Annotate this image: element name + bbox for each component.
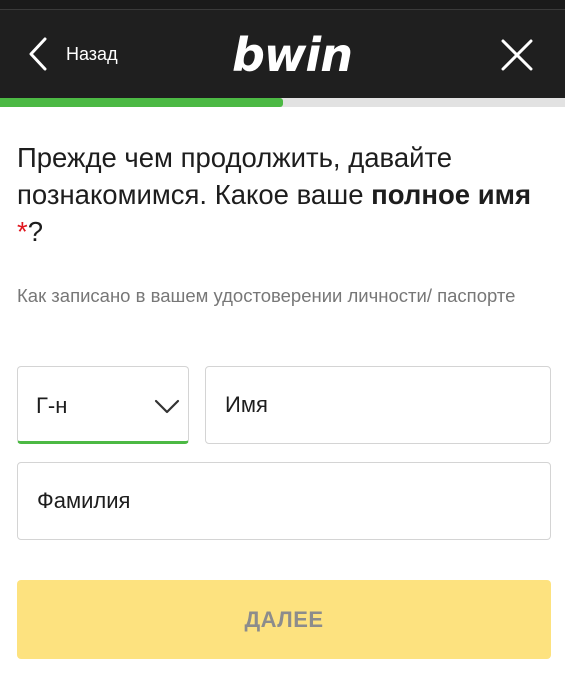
last-name-input[interactable] — [18, 463, 550, 539]
header-bar: Назад bwin — [0, 10, 565, 98]
close-icon — [500, 39, 534, 76]
question-heading: Прежде чем продолжить, давайте познакоми… — [17, 139, 547, 250]
question-end: ? — [27, 216, 43, 247]
progress-fill — [0, 98, 283, 107]
hint-text: Как записано в вашем удостоверении лично… — [17, 285, 516, 306]
question-bold-text: полное имя — [371, 179, 532, 210]
last-name-field[interactable] — [17, 462, 551, 540]
title-select[interactable]: Г-н — [17, 366, 189, 444]
chevron-down-icon — [154, 399, 180, 420]
back-label: Назад — [66, 43, 118, 64]
first-name-input[interactable] — [206, 367, 550, 443]
back-button[interactable]: Назад — [28, 34, 118, 74]
progress-bar — [0, 98, 565, 107]
bwin-logo: bwin — [232, 28, 353, 82]
first-name-field[interactable] — [205, 366, 551, 444]
close-button[interactable] — [500, 38, 534, 72]
status-strip — [0, 0, 565, 10]
next-button[interactable]: ДАЛЕЕ — [17, 580, 551, 659]
chevron-left-icon — [28, 37, 48, 71]
title-select-value: Г-н — [36, 393, 68, 418]
required-mark: * — [17, 216, 28, 247]
